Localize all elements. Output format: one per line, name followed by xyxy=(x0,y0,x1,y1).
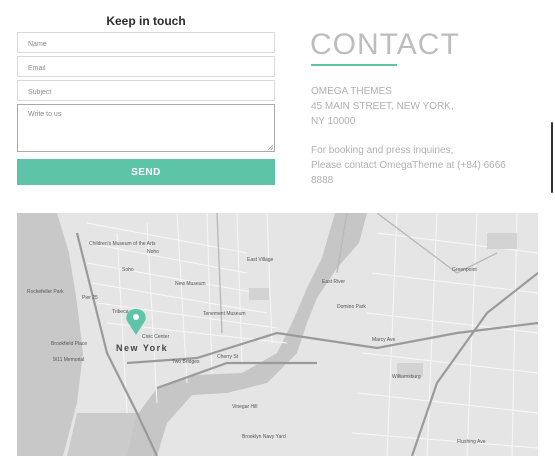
map-label-marcy-ave: Marcy Ave xyxy=(372,337,395,343)
booking-line-2: Please contact OmegaTheme at (+84) 6666 xyxy=(311,160,506,171)
map-label-flushing-ave: Flushing Ave xyxy=(457,439,486,445)
page-scrollbar[interactable] xyxy=(551,122,553,193)
map-label-911-memorial: 9/11 Memorial xyxy=(53,357,84,363)
subject-field-wrapper xyxy=(17,80,275,102)
map-label-cherry-st: Cherry St xyxy=(217,354,239,360)
map-canvas[interactable]: Children's Museum of the Arts Rockefelle… xyxy=(17,213,538,456)
address-line-2: NY 10000 xyxy=(311,116,356,127)
send-button[interactable]: SEND xyxy=(17,159,275,185)
map-label-williamsburg: Williamsburg xyxy=(392,374,421,380)
map-label-pier-25: Pier 25 xyxy=(82,295,98,301)
map-label-noho: Noho xyxy=(147,249,159,255)
email-input[interactable] xyxy=(18,59,274,78)
map-label-vinegar-hill: Vinegar Hill xyxy=(232,404,257,410)
map-label-tenement-museum: Tenement Museum xyxy=(203,311,246,317)
booking-line-3: 8888 xyxy=(311,175,334,186)
map-label-rockefeller-park: Rockefeller Park xyxy=(27,289,64,295)
map-label-east-river: East River xyxy=(322,279,345,285)
map-label-east-village: East Village xyxy=(247,257,274,263)
map-label-domino-park: Domino Park xyxy=(337,304,366,310)
booking-line-1: For booking and press inquiries, xyxy=(311,145,454,156)
map-label-soho: Soho xyxy=(122,267,134,273)
contact-title: CONTACT xyxy=(310,28,460,61)
map-label-brookfield-place: Brookfield Place xyxy=(51,341,87,347)
form-title: Keep in touch xyxy=(106,14,186,28)
map-label-two-bridges: Two Bridges xyxy=(172,359,200,365)
map-label-childrens-museum: Children's Museum of the Arts xyxy=(89,241,156,247)
message-field-wrapper xyxy=(17,104,275,152)
map-label-civic-center: Civic Center xyxy=(142,334,170,340)
name-input[interactable] xyxy=(18,35,274,54)
map-city-label: New York xyxy=(116,343,168,353)
map[interactable]: Children's Museum of the Arts Rockefelle… xyxy=(17,213,538,456)
message-textarea[interactable] xyxy=(18,105,274,151)
map-label-tribeca: Tribeca xyxy=(112,309,129,315)
map-label-new-museum: New Museum xyxy=(175,281,206,287)
title-underline xyxy=(311,64,397,66)
email-field-wrapper xyxy=(17,56,275,78)
name-field-wrapper xyxy=(17,32,275,54)
map-label-greenpoint: Greenpoint xyxy=(452,267,477,273)
company-name: OMEGA THEMES xyxy=(311,86,392,97)
map-label-navy-yard: Brooklyn Navy Yard xyxy=(242,434,286,440)
address-line-1: 45 MAIN STREET, NEW YORK, xyxy=(311,101,454,112)
subject-input[interactable] xyxy=(18,83,274,102)
resize-grip-icon[interactable] xyxy=(267,144,273,150)
